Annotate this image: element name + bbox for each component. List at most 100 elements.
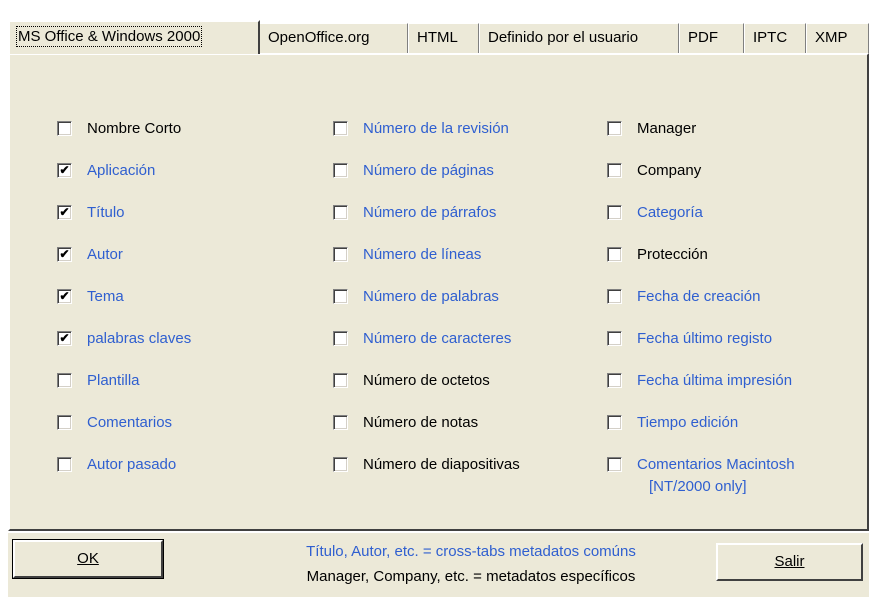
checkbox-unchecked[interactable]: [57, 121, 72, 136]
checkbox-unchecked[interactable]: [333, 415, 348, 430]
checkbox-label: Tiempo edición: [637, 413, 738, 432]
checkbox-checked[interactable]: ✔: [57, 163, 72, 178]
checkbox-label: Número de notas: [363, 413, 478, 432]
tab-html[interactable]: HTML: [408, 23, 479, 53]
checkbox-label-text: Nombre Corto: [87, 120, 182, 137]
checkbox-unchecked[interactable]: [333, 247, 348, 262]
checkbox-unchecked[interactable]: [57, 415, 72, 430]
checkbox-label-text-line2: [NT/2000 only]: [649, 478, 747, 495]
checkbox-label: Número de diapositivas: [363, 455, 520, 474]
checkbox-label: Número de octetos: [363, 371, 490, 390]
checkbox-unchecked[interactable]: [57, 373, 72, 388]
checkbox-label: palabras claves: [87, 329, 191, 348]
checkbox-unchecked[interactable]: [607, 205, 622, 220]
tab-user-defined[interactable]: Definido por el usuario: [479, 23, 679, 53]
checkbox-unchecked[interactable]: [607, 289, 622, 304]
exit-button[interactable]: Salir: [716, 543, 863, 581]
tab-label: OpenOffice.org: [268, 29, 370, 46]
checkbox-label-text: Company: [637, 162, 702, 179]
checkbox-label-text: Categoría: [637, 204, 703, 221]
checkbox-unchecked[interactable]: [607, 373, 622, 388]
divider: [8, 531, 869, 533]
checkbox-checked[interactable]: ✔: [57, 205, 72, 220]
checkbox-label: Tema: [87, 287, 124, 306]
checkbox-label: Comentarios Macintosh [NT/2000 only]: [637, 454, 795, 498]
checkbox-checked[interactable]: ✔: [57, 247, 72, 262]
metadata-panel: Nombre Corto ✔ Aplicación ✔ Título ✔ Autor ✔ Tem…: [8, 53, 869, 531]
checkbox-label: Número de caracteres: [363, 329, 511, 348]
checkbox-label-text: Manager: [637, 120, 697, 137]
checkbox-label-text: Número de la revisión: [363, 120, 509, 137]
checkbox-unchecked[interactable]: [57, 457, 72, 472]
checkbox-unchecked[interactable]: [607, 331, 622, 346]
checkbox-checked[interactable]: ✔: [57, 289, 72, 304]
checkbox-label-text: Autor pasado: [87, 456, 177, 473]
checkbox-label-text: Comentarios: [87, 414, 173, 431]
tab-pdf[interactable]: PDF: [679, 23, 744, 53]
tab-label: PDF: [688, 29, 718, 46]
checkbox-unchecked[interactable]: [333, 121, 348, 136]
tab-xmp[interactable]: XMP: [806, 23, 869, 53]
checkbox-label: Autor pasado: [87, 455, 176, 474]
checkbox-label: Manager: [637, 119, 696, 138]
tab-ms-office[interactable]: MS Office & Windows 2000: [8, 20, 260, 54]
tab-label: MS Office & Windows 2000: [15, 26, 203, 47]
tab-iptc[interactable]: IPTC: [744, 23, 806, 53]
checkbox-label-text: Aplicación: [87, 162, 156, 179]
checkbox-unchecked[interactable]: [607, 457, 622, 472]
checkbox-label: Comentarios: [87, 413, 172, 432]
checkbox-checked[interactable]: ✔: [57, 331, 72, 346]
checkbox-label: Número de párrafos: [363, 203, 496, 222]
checkbox-label-text: palabras claves: [87, 330, 192, 347]
exit-button-label: Salir: [774, 553, 805, 570]
checkbox-unchecked[interactable]: [333, 373, 348, 388]
tab-label: XMP: [815, 29, 848, 46]
checkbox-label-text: Número de notas: [363, 414, 479, 431]
checkbox-unchecked[interactable]: [333, 289, 348, 304]
checkbox-unchecked[interactable]: [607, 163, 622, 178]
checkbox-label-text: Número de palabras: [363, 288, 499, 305]
checkbox-label: Plantilla: [87, 371, 140, 390]
checkbox-unchecked[interactable]: [333, 331, 348, 346]
checkbox-label-text: Tema: [87, 288, 124, 305]
checkbox-label: Fecha último registo: [637, 329, 772, 348]
checkbox-label-text: Número de párrafos: [363, 204, 497, 221]
checkbox-unchecked[interactable]: [333, 163, 348, 178]
checkbox-label-text: Número de diapositivas: [363, 456, 520, 473]
checkbox-unchecked[interactable]: [607, 247, 622, 262]
checkbox-label-text: Comentarios Macintosh: [637, 456, 795, 473]
note-common-metadata: Título, Autor, etc. = cross-tabs metadat…: [306, 543, 636, 560]
checkbox-label: Categoría: [637, 203, 703, 222]
checkbox-unchecked[interactable]: [607, 415, 622, 430]
checkbox-label: Company: [637, 161, 701, 180]
checkbox-label-text: Número de caracteres: [363, 330, 512, 347]
checkbox-label-text: Plantilla: [87, 372, 140, 389]
note-specific-metadata: Manager, Company, etc. = metadatos espec…: [306, 568, 636, 585]
checkbox-label: Nombre Corto: [87, 119, 181, 138]
ok-button-label: OK: [77, 550, 99, 567]
checkbox-unchecked[interactable]: [607, 121, 622, 136]
window-top: [0, 0, 871, 14]
checkbox-label: Número de palabras: [363, 287, 499, 306]
checkbox-label-text: Número de octetos: [363, 372, 490, 389]
checkbox-label: Aplicación: [87, 161, 155, 180]
checkbox-unchecked[interactable]: [333, 205, 348, 220]
checkbox-label-text: Tiempo edición: [637, 414, 739, 431]
checkbox-label-text: Autor: [87, 246, 123, 263]
checkbox-label: Número de la revisión: [363, 119, 509, 138]
checkbox-label-text: Número de líneas: [363, 246, 482, 263]
checkbox-label: Título: [87, 203, 125, 222]
ok-button[interactable]: OK: [12, 539, 164, 579]
checkbox-label: Protección: [637, 245, 708, 264]
checkbox-label-text: Protección: [637, 246, 708, 263]
checkbox-label: Número de páginas: [363, 161, 494, 180]
tab-label: Definido por el usuario: [488, 29, 639, 46]
checkbox-unchecked[interactable]: [333, 457, 348, 472]
tab-openoffice[interactable]: OpenOffice.org: [259, 23, 408, 53]
tab-label: IPTC: [753, 29, 788, 46]
tab-label: HTML: [417, 29, 458, 46]
checkbox-label-text: Título: [87, 204, 125, 221]
checkbox-label: Fecha de creación: [637, 287, 760, 306]
checkbox-label-text: Fecha de creación: [637, 288, 761, 305]
checkbox-label: Fecha última impresión: [637, 371, 792, 390]
